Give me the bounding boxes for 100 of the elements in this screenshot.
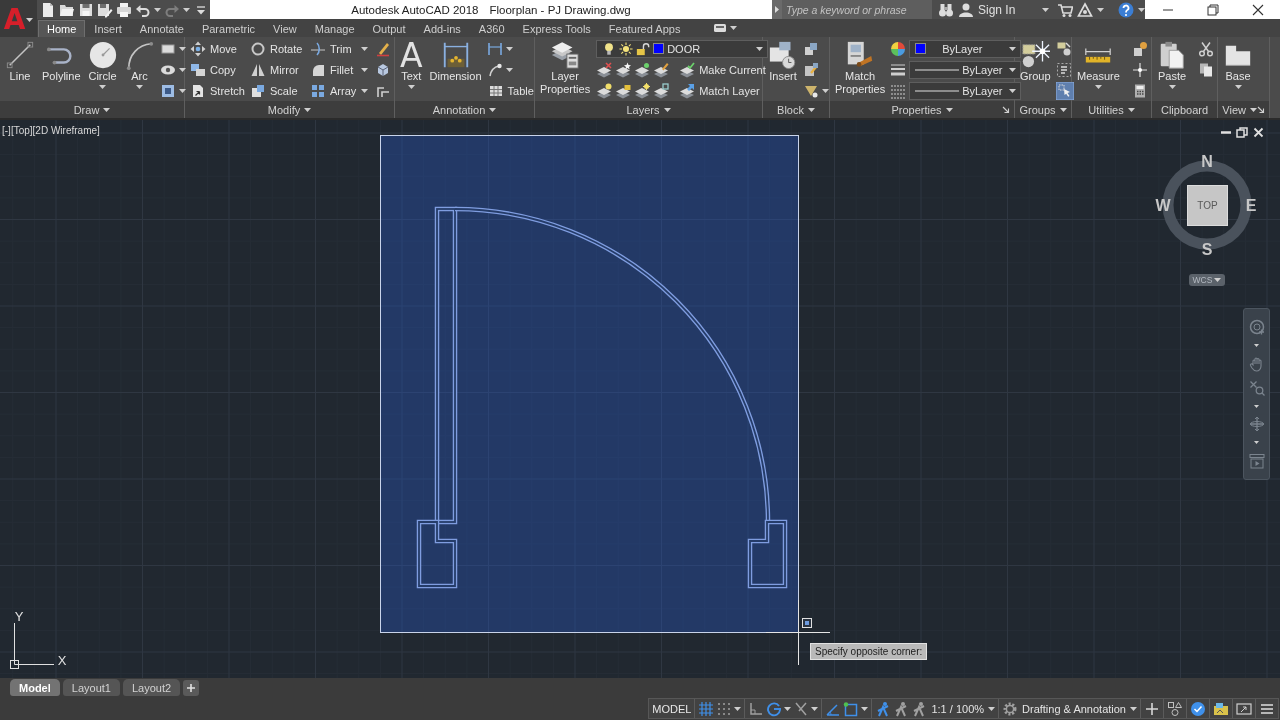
layer-dropdown[interactable]: DOOR bbox=[596, 39, 769, 58]
close-icon[interactable] bbox=[1252, 126, 1265, 139]
printer-icon[interactable] bbox=[116, 1, 132, 18]
dialog-launcher-icon[interactable] bbox=[1002, 105, 1010, 114]
panel-title-button[interactable]: Utilities bbox=[1088, 103, 1135, 116]
dashed-lines-icon[interactable] bbox=[890, 82, 907, 99]
workspace-button[interactable]: Drafting & Annotation bbox=[1022, 702, 1137, 715]
zoom-icon[interactable] bbox=[1248, 380, 1265, 397]
paste-button[interactable]: Paste bbox=[1155, 38, 1189, 101]
check-circle-icon[interactable] bbox=[1190, 700, 1206, 717]
window-chevron-icon[interactable] bbox=[1213, 700, 1229, 717]
caret-icon[interactable] bbox=[1097, 7, 1104, 12]
dot-grid-icon[interactable] bbox=[716, 700, 733, 717]
make-current-button[interactable]: Make Current bbox=[678, 59, 767, 80]
axes-ellipse-icon[interactable] bbox=[1248, 416, 1265, 433]
viewcube-top-face[interactable]: TOP bbox=[1187, 185, 1228, 226]
panel-title-button[interactable]: Annotation bbox=[432, 103, 497, 116]
polyline-button[interactable]: Polyline bbox=[40, 38, 83, 101]
grid-icon[interactable] bbox=[698, 700, 715, 717]
scissors-icon[interactable] bbox=[1198, 40, 1214, 57]
caret-icon[interactable] bbox=[734, 706, 742, 711]
caret-icon[interactable] bbox=[183, 7, 190, 12]
caret-icon[interactable] bbox=[811, 706, 819, 711]
layer-properties-button[interactable]: Layer Properties bbox=[538, 38, 593, 101]
panel-title-button[interactable]: Groups bbox=[1019, 103, 1067, 116]
layout-tab[interactable]: Layout2 bbox=[122, 679, 181, 696]
match-properties-button[interactable]: Match Properties bbox=[833, 38, 888, 101]
layers-lock-icon[interactable] bbox=[615, 82, 632, 99]
fillet-button[interactable]: Fillet bbox=[309, 59, 369, 80]
viewport-controls-link[interactable]: [-] bbox=[2, 124, 11, 137]
caret-icon[interactable] bbox=[1254, 404, 1259, 408]
bracket-line-icon[interactable] bbox=[486, 40, 503, 57]
circle-line-icon[interactable] bbox=[766, 700, 783, 717]
caret-icon[interactable] bbox=[178, 67, 186, 72]
film-play-icon[interactable] bbox=[1248, 452, 1265, 469]
square-dot-icon[interactable] bbox=[1132, 40, 1148, 57]
copy-button[interactable]: Copy bbox=[189, 59, 245, 80]
measure-button[interactable]: Measure bbox=[1075, 38, 1122, 101]
dashed-frame-icon[interactable] bbox=[1055, 61, 1072, 78]
circle-button[interactable]: Circle bbox=[85, 38, 120, 101]
binoculars-icon[interactable] bbox=[938, 1, 954, 18]
panel-title-button[interactable]: Properties bbox=[891, 103, 953, 116]
scale-button[interactable]: Scale bbox=[249, 80, 305, 101]
trim-button[interactable]: Trim bbox=[309, 38, 369, 59]
close-button[interactable] bbox=[1235, 0, 1280, 19]
ribbon-tab[interactable]: Parametric bbox=[192, 20, 265, 37]
ribbon-tab[interactable]: Manage bbox=[305, 20, 364, 37]
calculator-icon[interactable] bbox=[1132, 82, 1148, 99]
square-frame-icon[interactable] bbox=[159, 82, 176, 99]
new-file-icon[interactable] bbox=[40, 1, 56, 18]
caret-icon[interactable] bbox=[1254, 441, 1259, 445]
ribbon-tab[interactable]: View bbox=[264, 20, 306, 37]
panel-title-button[interactable]: Block bbox=[777, 103, 815, 116]
panel-title-button[interactable]: Modify bbox=[267, 103, 312, 116]
gear-icon[interactable] bbox=[1002, 700, 1019, 717]
visual-style-link[interactable]: [2D Wireframe] bbox=[32, 124, 100, 137]
block-pencil-icon[interactable] bbox=[803, 61, 819, 78]
caret-icon[interactable] bbox=[784, 706, 792, 711]
caret-icon[interactable] bbox=[1138, 7, 1145, 12]
layers-pencil-icon[interactable] bbox=[653, 61, 670, 78]
layers-sun-icon[interactable] bbox=[634, 82, 651, 99]
array-button[interactable]: Array bbox=[309, 80, 369, 101]
move-button[interactable]: Move bbox=[189, 38, 245, 59]
text-button[interactable]: A Text bbox=[398, 38, 425, 101]
layout-tab[interactable]: Layout1 bbox=[62, 679, 120, 696]
panel-title-button[interactable]: Draw bbox=[73, 103, 111, 116]
caret-icon[interactable] bbox=[178, 88, 186, 93]
restore-icon[interactable] bbox=[1235, 126, 1248, 139]
cube-icon[interactable] bbox=[375, 61, 391, 78]
compass-north-label[interactable]: N bbox=[1201, 153, 1213, 170]
caret-icon[interactable] bbox=[154, 7, 161, 12]
ribbon-tab[interactable]: Featured Apps bbox=[599, 20, 690, 37]
match-layer-button[interactable]: Match Layer bbox=[678, 80, 761, 101]
plus-icon[interactable] bbox=[1144, 700, 1160, 717]
caret-icon[interactable] bbox=[730, 26, 738, 30]
layers-square-icon[interactable] bbox=[653, 82, 670, 99]
layers-bulb-icon[interactable] bbox=[596, 82, 613, 99]
rotate-button[interactable]: Rotate bbox=[249, 38, 305, 59]
caret-icon[interactable] bbox=[178, 46, 186, 51]
steering-wheel-icon[interactable] bbox=[1248, 319, 1265, 336]
stretch-button[interactable]: Stretch bbox=[189, 80, 245, 101]
layers-star-icon[interactable] bbox=[615, 61, 632, 78]
model-space-button[interactable]: MODEL bbox=[652, 702, 692, 715]
table-button[interactable]: Table bbox=[486, 80, 535, 101]
dialog-launcher-icon[interactable] bbox=[1257, 105, 1265, 114]
ribbon-tab[interactable]: Add-ins bbox=[414, 20, 470, 37]
ribbon-tab[interactable]: Insert bbox=[85, 20, 131, 37]
cart-icon[interactable] bbox=[1057, 1, 1073, 18]
sign-in-button[interactable]: Sign In bbox=[958, 1, 1053, 18]
ribbon-tab[interactable]: A360 bbox=[469, 20, 514, 37]
ribbon-tab[interactable]: Annotate bbox=[130, 20, 193, 37]
drawing-canvas[interactable]: [-][Top][2D Wireframe] N W TOP E S WCS Y X Specify opposite corner: bbox=[0, 120, 1280, 678]
caret-icon[interactable] bbox=[505, 46, 513, 51]
pencil-icon[interactable] bbox=[375, 40, 391, 57]
curve-dot-icon[interactable] bbox=[486, 61, 503, 78]
search-field[interactable]: Type a keyword or phrase bbox=[782, 0, 932, 19]
shapes-slash-icon[interactable] bbox=[1055, 40, 1072, 57]
caret-icon[interactable] bbox=[822, 88, 829, 93]
linetype-dropdown[interactable]: ByLayer bbox=[909, 81, 1022, 100]
line-button[interactable]: Line bbox=[3, 38, 37, 101]
